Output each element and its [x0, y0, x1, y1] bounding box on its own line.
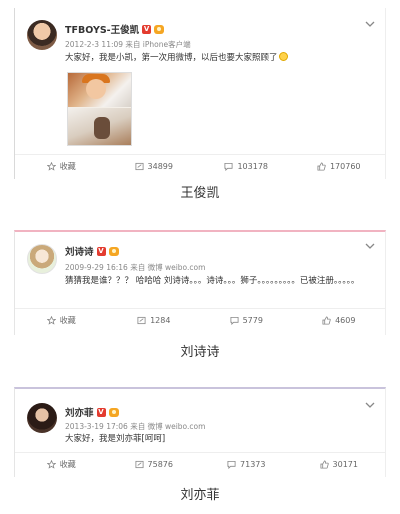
caption: 刘亦菲	[180, 488, 220, 503]
star-icon	[46, 316, 56, 325]
comment-count: 71373	[240, 460, 266, 469]
like-count: 4609	[335, 316, 356, 325]
weibo-post-card: 刘诗诗 V 2009-9-29 16:16 来自 微博 weibo.com 猜猜…	[14, 230, 386, 335]
repost-count: 75876	[147, 460, 173, 469]
post-actions: 收藏 1284 5779 4609	[15, 308, 385, 332]
author-name[interactable]: 刘诗诗	[65, 244, 94, 258]
author-name[interactable]: 刘亦菲	[65, 405, 94, 419]
favorite-label: 收藏	[59, 460, 76, 469]
weibo-post-card: 刘亦菲 V 2013-3-19 17:06 来自 微博 weibo.com 大家…	[14, 387, 386, 477]
post-text: 大家好，我是小凯，第一次用微博，以后也要大家照顾了	[65, 52, 377, 65]
avatar[interactable]	[27, 244, 57, 274]
repost-count: 34899	[147, 162, 173, 171]
repost-button[interactable]: 75876	[108, 453, 201, 476]
post-text: 大家好，我是刘亦菲[呵呵]	[65, 434, 166, 444]
repost-button[interactable]: 34899	[108, 155, 201, 178]
like-icon	[322, 316, 331, 325]
post-meta: 2009-9-29 16:16 来自 微博 weibo.com	[65, 263, 206, 272]
comment-icon	[230, 316, 239, 325]
author-name[interactable]: TFBOYS-王俊凯	[65, 22, 139, 36]
author-row: 刘诗诗 V	[65, 244, 119, 258]
repost-count: 1284	[150, 316, 171, 325]
caption: 刘诗诗	[180, 345, 220, 360]
favorite-button[interactable]: 收藏	[15, 453, 108, 476]
repost-icon	[135, 162, 144, 171]
post-actions: 收藏 75876 71373 30171	[15, 452, 385, 476]
repost-button[interactable]: 1284	[108, 309, 201, 332]
star-icon	[46, 162, 56, 171]
comment-icon	[224, 162, 233, 171]
chevron-down-icon[interactable]	[365, 401, 375, 410]
author-row: 刘亦菲 V	[65, 405, 119, 419]
post-meta: 2012-2-3 11:09 来自 iPhone客户端	[65, 40, 191, 49]
favorite-label: 收藏	[59, 316, 76, 325]
comment-button[interactable]: 103178	[200, 155, 293, 178]
member-badge-icon	[108, 407, 119, 417]
like-button[interactable]: 170760	[293, 155, 386, 178]
weibo-post-card: TFBOYS-王俊凯 V 2012-2-3 11:09 来自 iPhone客户端…	[14, 8, 386, 179]
like-count: 30171	[332, 460, 358, 469]
caption: 王俊凯	[180, 186, 220, 201]
post-text-content: 大家好，我是小凯，第一次用微博，以后也要大家照顾了	[65, 53, 278, 63]
comment-button[interactable]: 5779	[200, 309, 293, 332]
smile-emoji-icon	[278, 52, 288, 61]
avatar[interactable]	[27, 20, 57, 50]
verified-badge-icon: V	[96, 246, 106, 256]
verified-badge-icon: V	[96, 407, 106, 417]
favorite-button[interactable]: 收藏	[15, 309, 108, 332]
post-actions: 收藏 34899 103178 170760	[15, 154, 385, 178]
favorite-label: 收藏	[59, 162, 76, 171]
post-meta: 2013-3-19 17:06 来自 微博 weibo.com	[65, 422, 206, 431]
verified-badge-icon: V	[142, 24, 152, 34]
comment-count: 5779	[242, 316, 263, 325]
post-text: 猜猜我是谁？？？ 哈哈哈 刘诗诗。。。诗诗。。。狮子。。。。。。。。。已被注册。…	[65, 276, 360, 286]
like-icon	[317, 162, 326, 171]
author-row: TFBOYS-王俊凯 V	[65, 22, 165, 36]
chevron-down-icon[interactable]	[365, 20, 375, 29]
like-button[interactable]: 30171	[293, 453, 386, 476]
chevron-down-icon[interactable]	[365, 242, 375, 251]
avatar[interactable]	[27, 403, 57, 433]
repost-icon	[137, 316, 146, 325]
member-badge-icon	[154, 24, 165, 34]
favorite-button[interactable]: 收藏	[15, 155, 108, 178]
comment-button[interactable]: 71373	[200, 453, 293, 476]
like-button[interactable]: 4609	[293, 309, 386, 332]
star-icon	[46, 460, 56, 469]
like-icon	[320, 460, 329, 469]
comment-icon	[227, 460, 236, 469]
post-image[interactable]	[67, 72, 132, 146]
comment-count: 103178	[237, 162, 269, 171]
repost-icon	[135, 460, 144, 469]
member-badge-icon	[108, 246, 119, 256]
like-count: 170760	[329, 162, 361, 171]
